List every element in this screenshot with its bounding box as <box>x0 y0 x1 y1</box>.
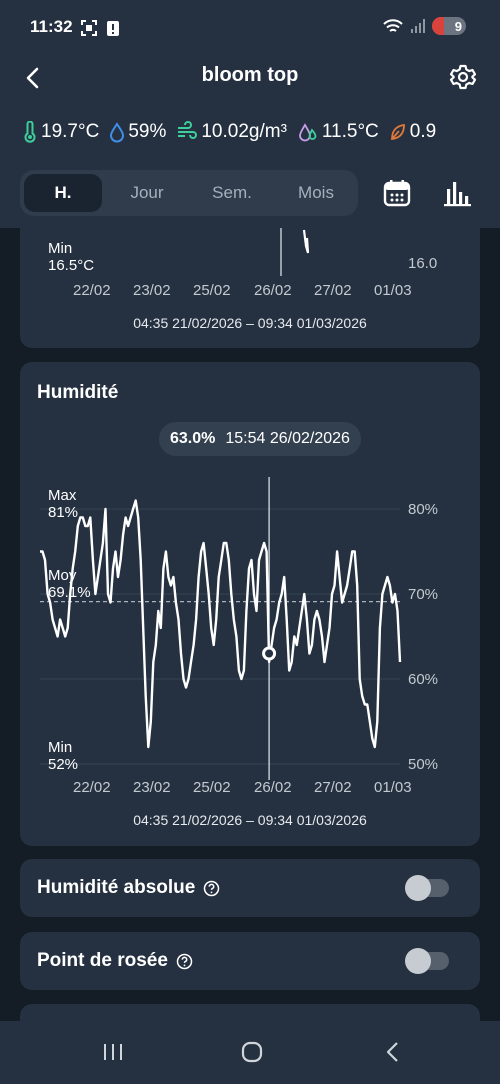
humidity-min-value: 52% <box>48 756 79 773</box>
absolute-humidity-label: Humidité absolue <box>37 877 196 898</box>
humidity-tooltip: 63.0% 15:54 26/02/2026 <box>159 422 361 456</box>
status-notification-icons <box>80 19 120 37</box>
humidity-x-tick: 25/02 <box>193 779 231 796</box>
temperature-x-tick: 26/02 <box>254 282 292 299</box>
metric-vpd-value: 0.9 <box>409 121 437 142</box>
tooltip-time: 15:54 26/02/2026 <box>225 430 350 447</box>
app-header: bloom top 19.7°C 59% 10.02g/m³ 11.5°C 0.… <box>0 56 500 228</box>
metric-humidity-value: 59% <box>128 121 167 142</box>
tab-day[interactable]: Jour <box>108 174 186 212</box>
metric-absolute-humidity-value: 10.02g/m³ <box>201 121 287 142</box>
absolute-humidity-row: Humidité absolue <box>20 859 480 917</box>
status-bar: 11:32 9 <box>0 0 500 56</box>
system-nav-bar <box>0 1021 500 1084</box>
dew-point-icon <box>298 123 317 142</box>
metrics-row: 19.7°C 59% 10.02g/m³ 11.5°C 0.9 <box>22 118 500 146</box>
calendar-icon[interactable] <box>382 178 412 208</box>
metric-dew-point-value: 11.5°C <box>321 121 379 142</box>
temperature-x-tick: 25/02 <box>193 282 231 299</box>
humidity-y-tick: 50% <box>408 756 439 773</box>
dew-point-toggle[interactable] <box>405 948 449 974</box>
temperature-x-tick: 22/02 <box>73 282 111 299</box>
absolute-humidity-label-group: Humidité absolue <box>37 877 220 899</box>
leaf-icon <box>390 123 405 141</box>
alert-icon <box>107 21 119 36</box>
humidity-x-tick: 27/02 <box>314 779 352 796</box>
help-icon[interactable] <box>176 953 193 970</box>
humidity-x-tick: 26/02 <box>254 779 292 796</box>
metric-humidity: 59% <box>109 121 166 143</box>
wifi-icon <box>383 19 403 32</box>
battery-indicator: 9 <box>432 17 466 35</box>
temperature-date-range: 04:35 21/02/2026 – 09:34 01/03/2026 <box>133 315 367 331</box>
humidity-card-title: Humidité <box>37 382 119 403</box>
humidity-x-tick: 22/02 <box>73 779 111 796</box>
back-icon[interactable] <box>378 1037 408 1067</box>
page-title: bloom top <box>201 64 299 86</box>
humidity-y-tick: 60% <box>408 671 439 688</box>
humidity-min-label: Min <box>48 739 73 756</box>
selected-point-marker <box>262 646 277 661</box>
temperature-x-tick: 27/02 <box>314 282 352 299</box>
dew-point-label-group: Point de rosée <box>37 950 193 972</box>
toggle-knob <box>405 948 431 974</box>
humidity-max-label: Max <box>48 487 77 504</box>
temperature-x-tick: 01/03 <box>374 282 412 299</box>
humidity-x-tick: 23/02 <box>133 779 171 796</box>
humidity-y-tick: 80% <box>408 501 439 518</box>
temperature-y-tick: 16.0 <box>408 255 438 272</box>
status-time: 11:32 <box>30 17 73 36</box>
humidity-x-tick: 01/03 <box>374 779 412 796</box>
metric-temperature: 19.7°C <box>22 121 99 143</box>
humidity-series-line <box>40 499 402 749</box>
battery-level-fill <box>432 17 444 35</box>
humidity-max-value: 81% <box>48 504 79 521</box>
temperature-x-tick: 23/02 <box>133 282 171 299</box>
screenshot-icon <box>81 20 97 36</box>
droplet-icon <box>110 122 125 143</box>
metric-dew-point: 11.5°C <box>297 121 379 143</box>
thermometer-icon <box>24 121 36 143</box>
tooltip-value: 63.0% <box>170 430 216 447</box>
humidity-y-tick: 70% <box>408 586 439 603</box>
humidity-avg-label: Moy <box>48 567 77 584</box>
status-system-icons: 9 <box>382 17 466 35</box>
humidity-avg-value: 69.1% <box>48 584 91 601</box>
absolute-humidity-toggle[interactable] <box>405 875 449 901</box>
metric-vpd: 0.9 <box>389 121 436 143</box>
dew-point-label: Point de rosée <box>37 950 168 971</box>
range-tabs: H. Jour Sem. Mois <box>20 170 358 216</box>
temperature-card: Min 16.5°C 16.0 22/02 23/02 25/02 26/02 … <box>20 228 480 348</box>
tab-hours[interactable]: H. <box>24 174 102 212</box>
tab-week[interactable]: Sem. <box>192 174 272 212</box>
dew-point-row: Point de rosée <box>20 932 480 990</box>
battery-level-text: 9 <box>454 18 462 34</box>
home-icon[interactable] <box>237 1037 267 1067</box>
gear-icon[interactable] <box>448 62 478 92</box>
signal-icon <box>411 19 425 33</box>
metric-absolute-humidity: 10.02g/m³ <box>176 121 287 143</box>
humidity-date-range: 04:35 21/02/2026 – 09:34 01/03/2026 <box>133 812 367 828</box>
temperature-line <box>302 229 310 254</box>
tab-month[interactable]: Mois <box>278 174 354 212</box>
metric-temperature-value: 19.7°C <box>41 121 100 142</box>
help-icon[interactable] <box>203 880 220 897</box>
humidity-card: Humidité 63.0% 15:54 26/02/2026 Max 81% … <box>20 362 480 846</box>
bar-chart-icon[interactable] <box>442 178 472 208</box>
toggle-knob <box>405 875 431 901</box>
recent-apps-icon[interactable] <box>98 1037 128 1067</box>
wind-humidity-icon <box>178 121 198 139</box>
